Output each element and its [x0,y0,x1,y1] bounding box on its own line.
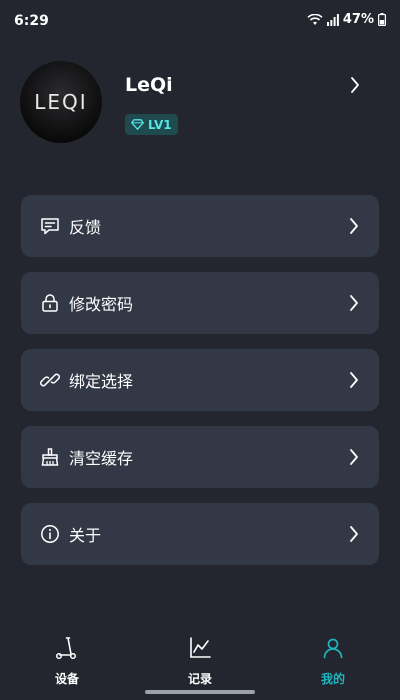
chevron-right-icon [349,371,359,393]
menu-label: 绑定选择 [69,372,134,391]
level-badge: LV1 [125,114,178,135]
status-time: 6:29 [14,13,49,29]
nav-item-mine[interactable]: 我的 [303,636,363,687]
battery-icon [378,13,386,26]
nav-label: 记录 [187,672,212,686]
diamond-icon [130,115,145,134]
menu-item-clear-cache[interactable]: 清空缓存 [21,426,379,488]
home-indicator[interactable] [145,690,255,694]
menu-label: 修改密码 [69,295,134,314]
info-icon [40,524,60,544]
chevron-right-icon [349,525,359,547]
menu-label: 清空缓存 [69,449,134,468]
menu-label: 关于 [69,526,102,545]
menu-item-about[interactable]: 关于 [21,503,379,565]
chart-icon [170,636,230,664]
nav-label: 我的 [320,672,345,686]
menu-item-binding[interactable]: 绑定选择 [21,349,379,411]
signal-icon [326,13,339,26]
nav-label: 设备 [54,672,79,686]
lock-icon [40,293,60,313]
scooter-icon [37,636,97,664]
menu-item-change-password[interactable]: 修改密码 [21,272,379,334]
nav-item-device[interactable]: 设备 [37,636,97,687]
avatar[interactable]: LEQI [20,61,102,143]
status-indicators: 47% [307,12,386,27]
broom-icon [40,447,60,467]
battery-percent: 47% [342,12,374,27]
status-bar: 6:29 47% [0,0,400,44]
menu-item-feedback[interactable]: 反馈 [21,195,379,257]
chevron-right-icon [349,448,359,470]
user-icon [303,636,363,664]
feedback-icon [40,216,60,236]
level-text: LV1 [148,117,172,132]
avatar-logo: LEQI [34,90,88,114]
chevron-right-icon [349,294,359,316]
menu-label: 反馈 [69,218,102,237]
wifi-icon [307,13,323,26]
chevron-right-icon [349,217,359,239]
link-icon [40,370,60,390]
nav-item-records[interactable]: 记录 [170,636,230,687]
profile-chevron-right-icon[interactable] [350,76,360,98]
profile-screen: 6:29 47% LEQI LeQi LV1 反馈 修改密码 绑定选择 清空缓存… [0,0,400,700]
profile-name[interactable]: LeQi [125,74,173,96]
